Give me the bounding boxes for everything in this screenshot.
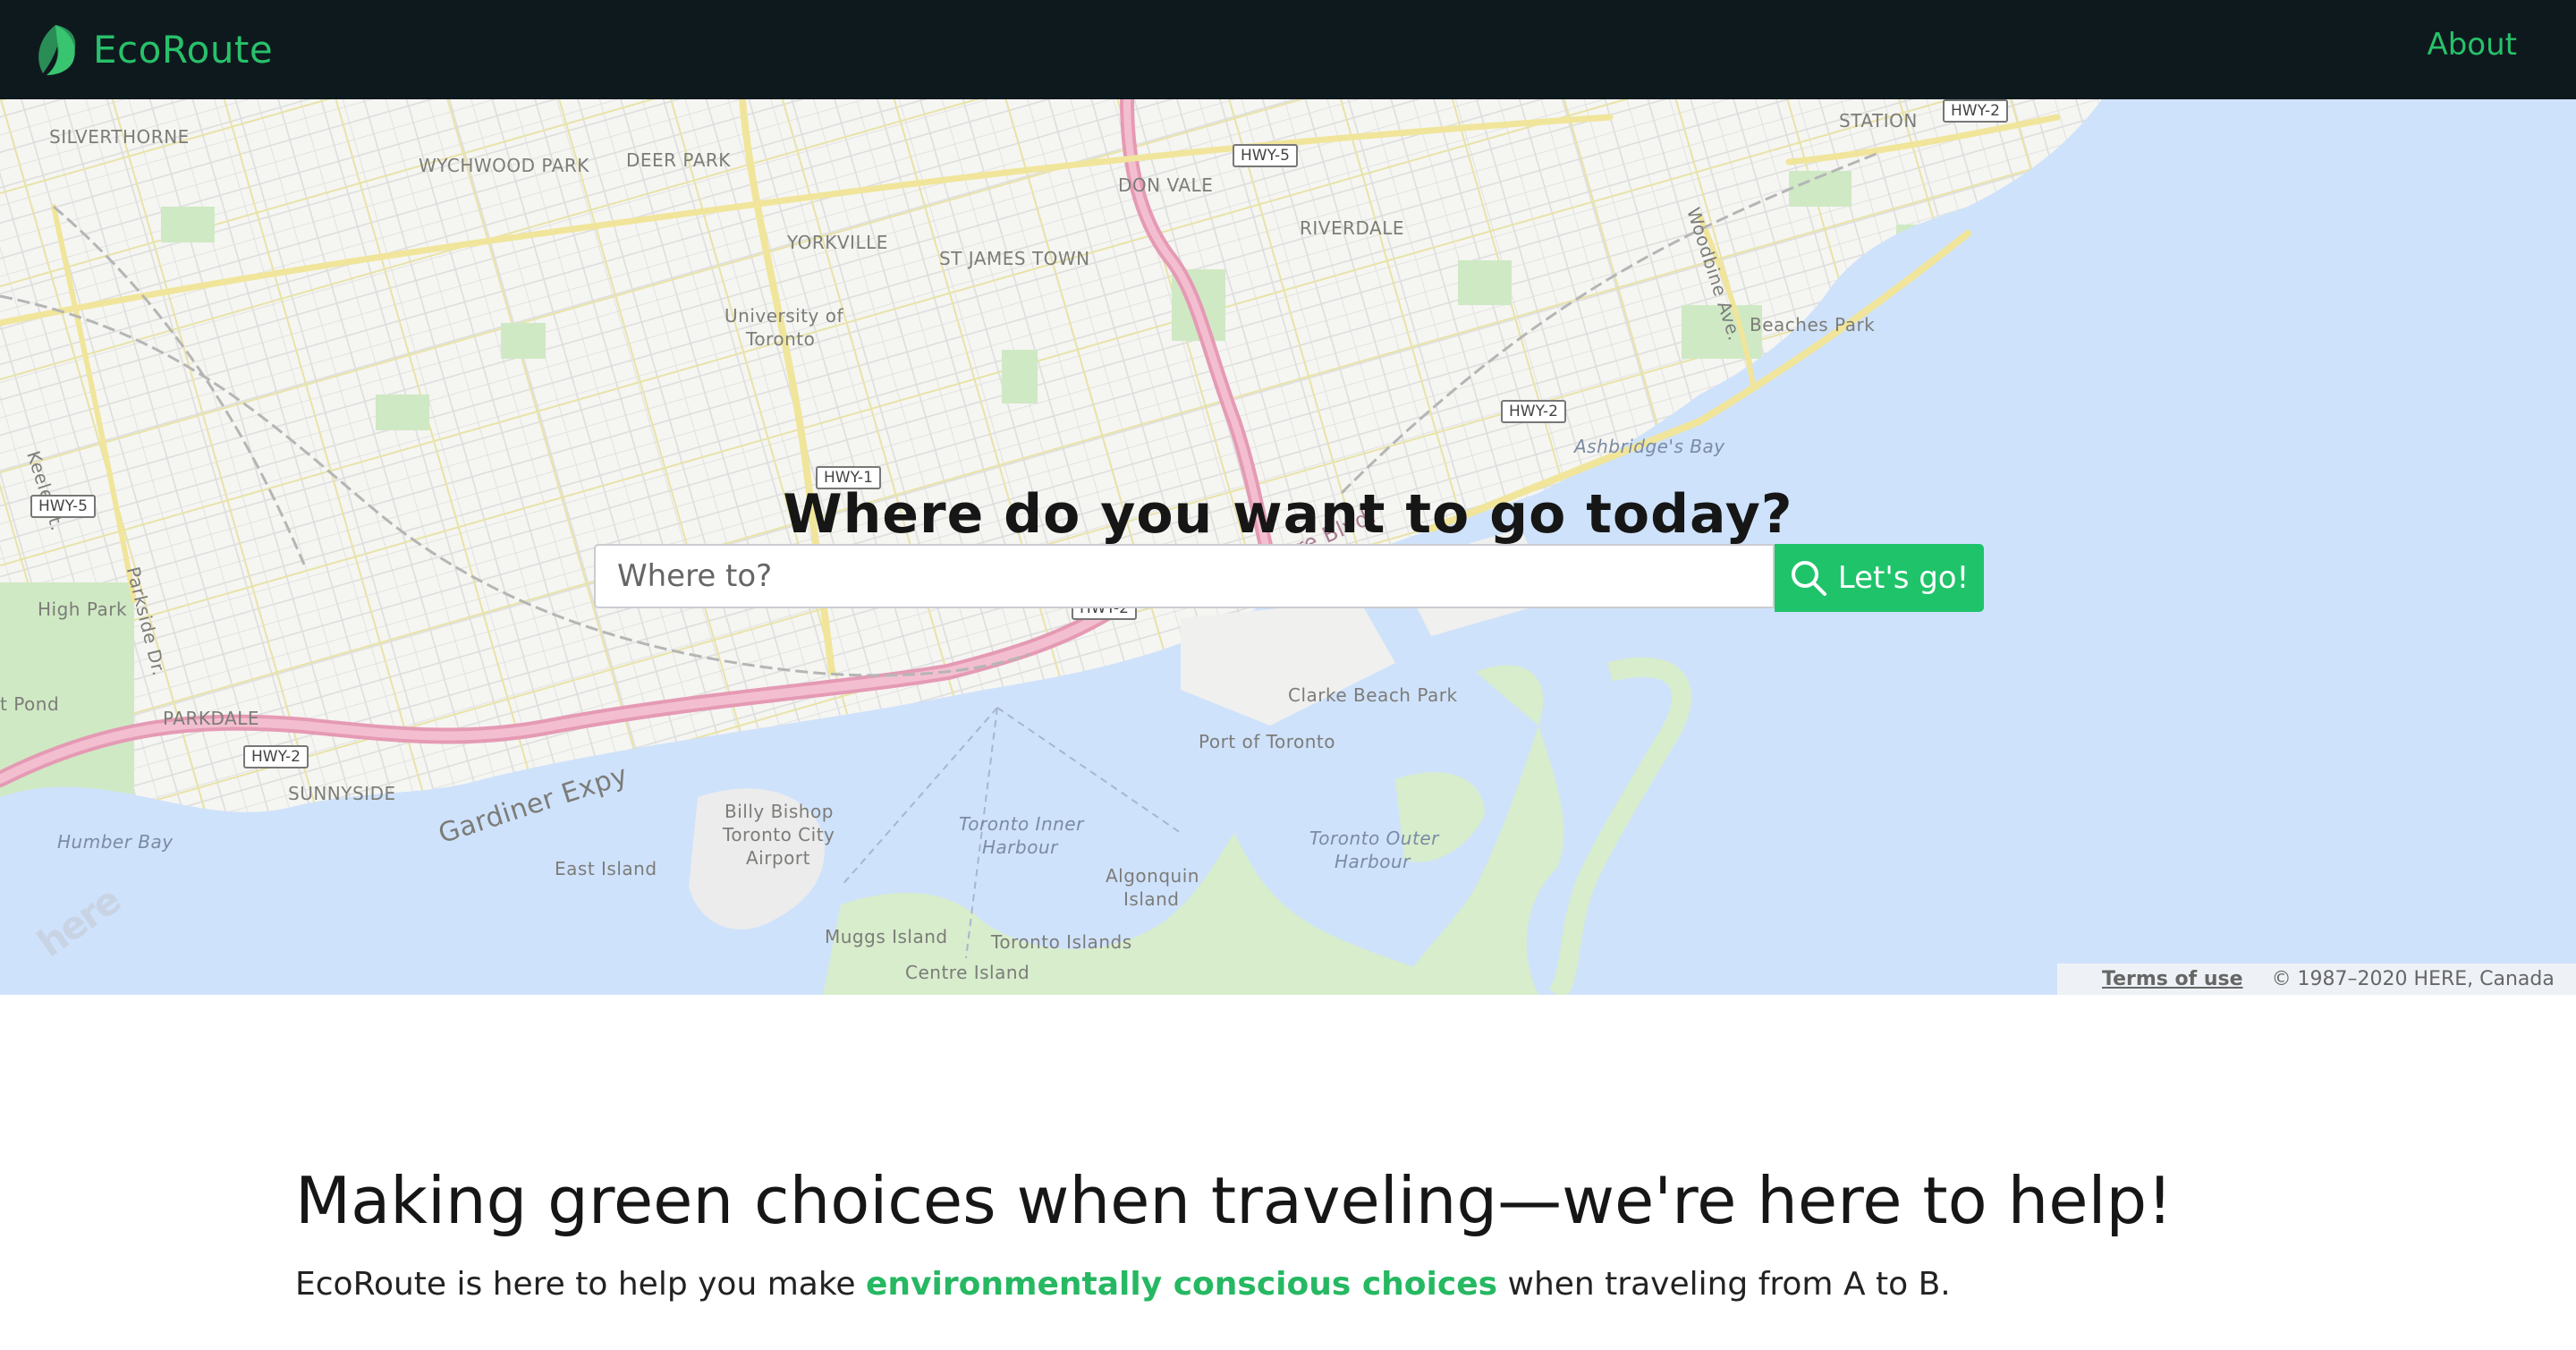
- map-label: Billy Bishop: [724, 801, 834, 822]
- body-highlight: environmentally conscious choices: [866, 1266, 1498, 1303]
- map-label: Clarke Beach Park: [1288, 684, 1458, 706]
- map-label: YORKVILLE: [787, 232, 888, 253]
- terms-of-use-link[interactable]: Terms of use: [2102, 968, 2243, 990]
- map-label: WYCHWOOD PARK: [419, 155, 589, 176]
- map-label: Ashbridge's Bay: [1574, 436, 1725, 457]
- map-label: Airport: [746, 847, 810, 869]
- destination-search-form: Let's go!: [594, 544, 1984, 612]
- hero-title: Where do you want to go today?: [783, 483, 1793, 547]
- map-label: Harbour: [982, 836, 1058, 858]
- map-copyright: © 1987–2020 HERE, Canada: [2271, 968, 2555, 990]
- map-label: Toronto Outer: [1309, 828, 1439, 849]
- map-label: SILVERTHORNE: [49, 126, 190, 148]
- map-label: High Park: [38, 599, 128, 620]
- map-label: Island: [1123, 888, 1180, 910]
- search-icon: [1791, 561, 1826, 596]
- section-heading: Making green choices when traveling—we'r…: [295, 1163, 2174, 1238]
- leaf-icon: [38, 25, 76, 75]
- highway-shield: HWY-5: [1233, 144, 1298, 167]
- body-text-end: when traveling from A to B.: [1497, 1266, 1951, 1303]
- map-label: PARKDALE: [163, 708, 259, 729]
- map-label: STATION: [1839, 110, 1918, 132]
- map-label: Beaches Park: [1750, 314, 1876, 335]
- lets-go-button[interactable]: Let's go!: [1775, 544, 1984, 612]
- map-label: ST JAMES TOWN: [939, 248, 1090, 269]
- brand-logo-link[interactable]: EcoRoute: [30, 21, 273, 77]
- map-label: Toronto Islands: [991, 931, 1132, 953]
- map-label: t Pond: [0, 693, 60, 715]
- top-navbar: EcoRoute About: [0, 0, 2576, 99]
- map-label: DEER PARK: [626, 149, 731, 171]
- map-label: DON VALE: [1118, 174, 1214, 196]
- map-label: Toronto: [746, 328, 816, 350]
- lets-go-label: Let's go!: [1837, 560, 1970, 596]
- map-attribution: Terms of use © 1987–2020 HERE, Canada: [2057, 964, 2576, 995]
- body-text-start: EcoRoute is here to help you make: [295, 1266, 866, 1303]
- brand-name: EcoRoute: [93, 27, 274, 72]
- nav-about-link[interactable]: About: [2427, 27, 2517, 63]
- map-label: University of: [724, 305, 844, 327]
- map-label: Harbour: [1335, 851, 1411, 872]
- map-label: RIVERDALE: [1300, 217, 1405, 239]
- highway-shield: HWY-2: [1943, 99, 2008, 123]
- map-label: Centre Island: [905, 962, 1030, 983]
- map-label: Humber Bay: [57, 831, 174, 853]
- map-label: SUNNYSIDE: [288, 783, 396, 804]
- map-label: Toronto City: [723, 824, 835, 845]
- highway-shield: HWY-2: [1501, 400, 1566, 423]
- map-label: Muggs Island: [825, 926, 948, 947]
- map-label: East Island: [555, 858, 657, 879]
- section-body: EcoRoute is here to help you make enviro…: [295, 1266, 1951, 1303]
- map-label: Toronto Inner: [959, 813, 1084, 835]
- map-label: Algonquin: [1106, 865, 1199, 887]
- destination-input[interactable]: [594, 544, 1775, 608]
- highway-shield: HWY-2: [243, 745, 309, 768]
- map-label: Port of Toronto: [1199, 731, 1335, 752]
